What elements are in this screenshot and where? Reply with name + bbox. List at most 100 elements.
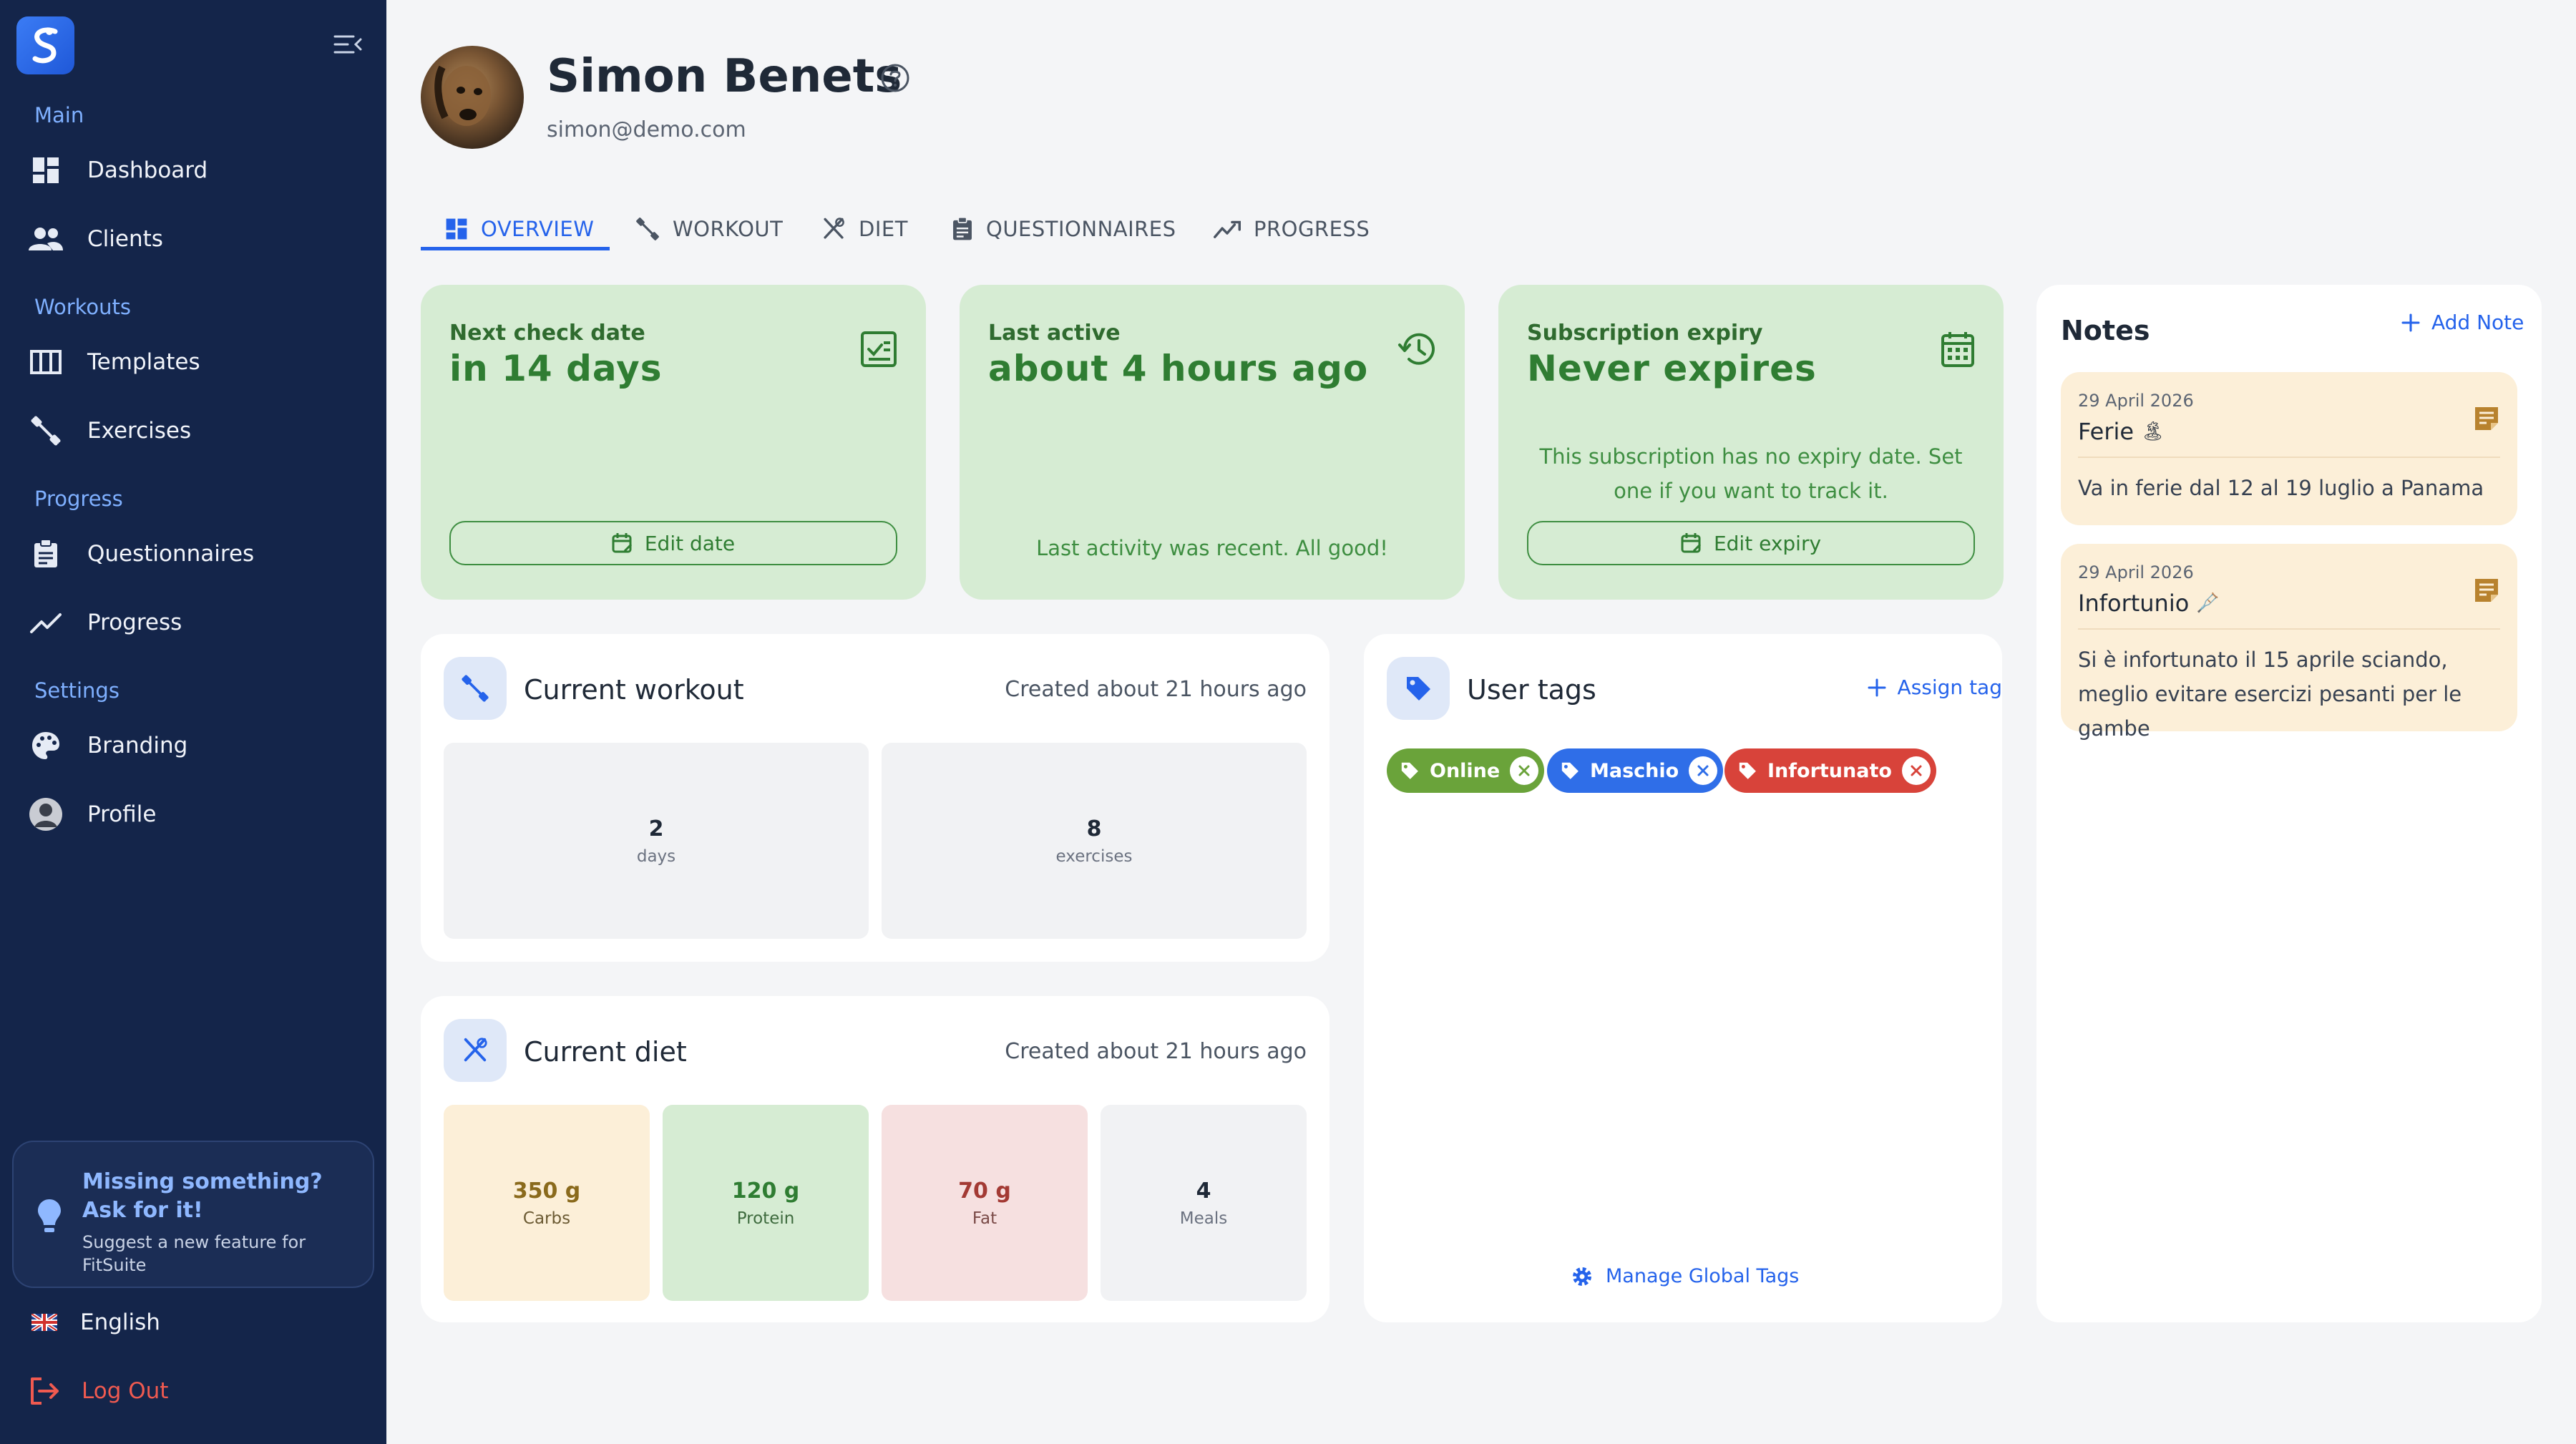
feature-request-subtitle: Suggest a new feature for FitSuite <box>82 1232 306 1275</box>
subscription-value: Never expires <box>1527 348 1817 389</box>
sidebar-item-label: Profile <box>87 801 157 827</box>
gear-icon <box>1573 1267 1591 1286</box>
tab-label: WORKOUT <box>673 217 784 241</box>
feature-request-title: Missing something? Ask for it! <box>82 1169 323 1223</box>
note-title-text: Ferie <box>2078 418 2135 445</box>
note-body: Si è infortunato il 15 aprile sciando, m… <box>2078 648 2462 741</box>
exercises-value: 8 <box>1086 816 1102 841</box>
tab-questionnaires[interactable]: QUESTIONNAIRES <box>952 206 1176 252</box>
palette-icon <box>29 728 63 763</box>
section-label-main: Main <box>34 103 84 127</box>
tab-label: PROGRESS <box>1254 217 1370 241</box>
tag-chip-maschio[interactable]: Maschio <box>1547 748 1724 793</box>
exercises-label: exercises <box>1055 847 1133 866</box>
manage-global-tags-link[interactable]: Manage Global Tags <box>1571 1265 1799 1287</box>
sidebar-item-progress[interactable]: Progress <box>29 597 365 648</box>
sidebar-item-profile[interactable]: Profile <box>29 789 365 840</box>
last-active-label: Last active <box>988 321 1121 346</box>
sidebar-item-label: Clients <box>87 226 163 252</box>
assign-tag-button[interactable]: Assign tag <box>1868 675 2002 699</box>
collapse-sidebar-button[interactable] <box>331 29 365 60</box>
sidebar-item-branding[interactable]: Branding <box>29 720 365 771</box>
tag-label: Maschio <box>1590 759 1679 782</box>
note-title-text: Infortunio <box>2078 590 2190 617</box>
diet-card-icon-box <box>444 1019 507 1082</box>
tab-overview[interactable]: OVERVIEW <box>445 206 594 252</box>
app-logo[interactable] <box>16 16 74 74</box>
next-check-label: Next check date <box>449 321 645 346</box>
fat-stat: 70 g Fat <box>882 1105 1088 1301</box>
tag-label: Infortunato <box>1767 759 1892 782</box>
tab-workout[interactable]: WORKOUT <box>635 206 783 252</box>
note-body: Va in ferie dal 12 al 19 luglio a Panama <box>2078 476 2484 500</box>
language-label: English <box>80 1309 160 1335</box>
tag-icon <box>1561 762 1579 779</box>
note-emoji: 🩼 <box>2196 592 2220 614</box>
calendar-edit-icon <box>612 533 632 553</box>
protein-label: Protein <box>736 1209 795 1228</box>
section-label-settings: Settings <box>34 678 119 703</box>
fat-value: 70 g <box>958 1178 1011 1204</box>
tag-chip-infortunato[interactable]: Infortunato <box>1724 748 1936 793</box>
edit-expiry-label: Edit expiry <box>1713 531 1822 555</box>
remove-tag-button[interactable] <box>1901 756 1931 785</box>
next-check-card: Next check date in 14 days Edit date <box>421 285 926 600</box>
feature-request-card[interactable]: Missing something? Ask for it! Suggest a… <box>12 1141 374 1288</box>
help-button[interactable] <box>880 63 910 93</box>
current-diet-title: Current diet <box>524 1036 687 1068</box>
section-label-progress: Progress <box>34 487 123 511</box>
tab-label: QUESTIONNAIRES <box>986 217 1176 241</box>
tab-diet[interactable]: DIET <box>821 206 908 252</box>
note-card[interactable]: 29 April 2026 Ferie 🏝 Va in ferie dal 12… <box>2061 372 2517 525</box>
current-workout-title: Current workout <box>524 674 744 706</box>
workout-created-text: Created about 21 hours ago <box>1005 677 1307 702</box>
language-selector[interactable]: English <box>31 1309 160 1335</box>
edit-date-button[interactable]: Edit date <box>449 521 897 565</box>
sidebar-item-clients[interactable]: Clients <box>29 213 365 265</box>
sidebar-item-label: Branding <box>87 733 188 758</box>
close-icon <box>1911 765 1922 776</box>
last-active-message: Last activity was recent. All good! <box>1036 536 1388 560</box>
tab-label: OVERVIEW <box>481 217 595 241</box>
remove-tag-button[interactable] <box>1689 756 1718 785</box>
fat-label: Fat <box>972 1209 997 1228</box>
sidebar-item-dashboard[interactable]: Dashboard <box>29 145 365 196</box>
tab-progress[interactable]: PROGRESS <box>1214 206 1370 252</box>
checklist-icon <box>860 331 897 368</box>
logout-label: Log Out <box>82 1378 169 1404</box>
close-icon <box>1697 765 1709 776</box>
logout-button[interactable]: Log Out <box>29 1377 168 1405</box>
tag-icon <box>1739 762 1756 779</box>
note-date: 29 April 2026 <box>2078 562 2194 582</box>
tag-chip-online[interactable]: Online <box>1387 748 1545 793</box>
sidebar-item-templates[interactable]: Templates <box>29 336 365 388</box>
meals-value: 4 <box>1196 1178 1211 1204</box>
lightbulb-icon <box>38 1199 61 1232</box>
sticky-note-icon[interactable] <box>2473 577 2500 604</box>
sidebar-item-exercises[interactable]: Exercises <box>29 405 365 457</box>
edit-date-label: Edit date <box>644 531 736 555</box>
subscription-label: Subscription expiry <box>1527 321 1763 346</box>
fitsuite-logo-icon <box>32 26 57 63</box>
assign-tag-label: Assign tag <box>1897 675 2002 699</box>
tag-label: Online <box>1430 759 1501 782</box>
note-title: Infortunio 🩼 <box>2078 590 2220 617</box>
remove-tag-button[interactable] <box>1510 756 1539 785</box>
dashboard-icon <box>29 153 63 187</box>
diet-created-text: Created about 21 hours ago <box>1005 1039 1307 1064</box>
edit-expiry-button[interactable]: Edit expiry <box>1527 521 1975 565</box>
current-workout-card: Current workout Created about 21 hours a… <box>421 634 1330 962</box>
dumbbell-icon <box>29 414 63 448</box>
sidebar-item-label: Dashboard <box>87 157 208 183</box>
carbs-stat: 350 g Carbs <box>444 1105 650 1301</box>
add-note-button[interactable]: Add Note <box>2401 311 2524 334</box>
sticky-note-icon[interactable] <box>2473 405 2500 432</box>
current-diet-card: Current diet Created about 21 hours ago … <box>421 996 1330 1322</box>
calendar-icon <box>1941 331 1975 368</box>
note-divider <box>2078 457 2500 458</box>
note-card[interactable]: 29 April 2026 Infortunio 🩼 Si è infortun… <box>2061 544 2517 741</box>
protein-value: 120 g <box>731 1178 800 1204</box>
sidebar-item-questionnaires[interactable]: Questionnaires <box>29 528 365 580</box>
calendar-edit-icon <box>1681 533 1702 553</box>
collapse-menu-icon <box>333 35 362 54</box>
